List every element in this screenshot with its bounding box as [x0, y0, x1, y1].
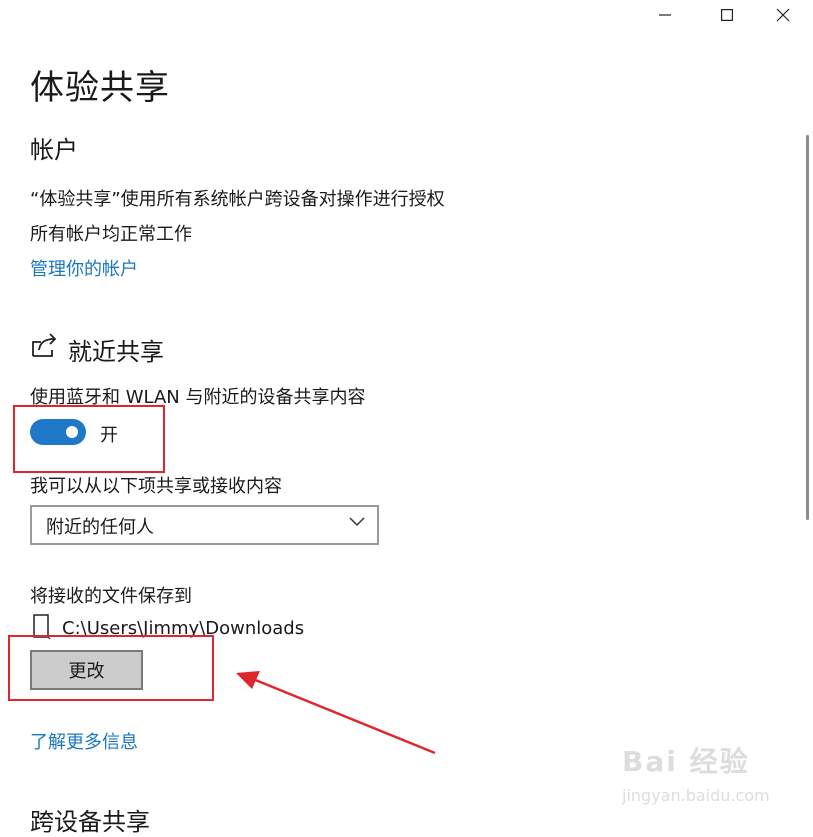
save-path: C:\Users\Jimmy\Downloads	[62, 618, 305, 639]
watermark-brand: Bai 经验	[622, 745, 750, 778]
share-with-dropdown[interactable]: 附近的任何人	[30, 505, 379, 545]
nearby-toggle-description: 使用蓝牙和 WLAN 与附近的设备共享内容	[30, 387, 366, 408]
share-icon	[30, 330, 60, 362]
change-button[interactable]: 更改	[30, 650, 143, 690]
annotation-arrow	[236, 671, 436, 755]
minimize-icon	[659, 14, 671, 16]
share-with-value: 附近的任何人	[46, 517, 154, 538]
account-heading: 帐户	[30, 136, 78, 164]
toggle-knob	[66, 426, 78, 438]
save-to-label: 将接收的文件保存到	[30, 586, 192, 607]
minimize-button[interactable]	[635, 0, 695, 30]
account-description: “体验共享”使用所有系统帐户跨设备对操作进行授权	[30, 189, 445, 210]
nearby-sharing-toggle[interactable]	[30, 419, 86, 445]
device-icon	[33, 614, 51, 644]
close-button[interactable]	[753, 0, 813, 30]
toggle-state-label: 开	[100, 425, 118, 446]
maximize-button[interactable]	[697, 0, 757, 30]
manage-accounts-link[interactable]: 管理你的帐户	[30, 255, 138, 281]
watermark-url: jingyan.baidu.com	[622, 786, 770, 805]
learn-more-link[interactable]: 了解更多信息	[30, 728, 138, 754]
chevron-down-icon	[349, 517, 365, 527]
share-with-label: 我可以从以下项共享或接收内容	[30, 476, 282, 497]
account-status: 所有帐户均正常工作	[30, 224, 192, 245]
nearby-sharing-heading: 就近共享	[68, 338, 164, 366]
cross-device-heading: 跨设备共享	[30, 808, 150, 836]
vertical-scrollbar[interactable]	[806, 135, 809, 520]
close-icon	[776, 8, 790, 22]
maximize-icon	[721, 9, 733, 21]
page-title: 体验共享	[30, 68, 170, 108]
